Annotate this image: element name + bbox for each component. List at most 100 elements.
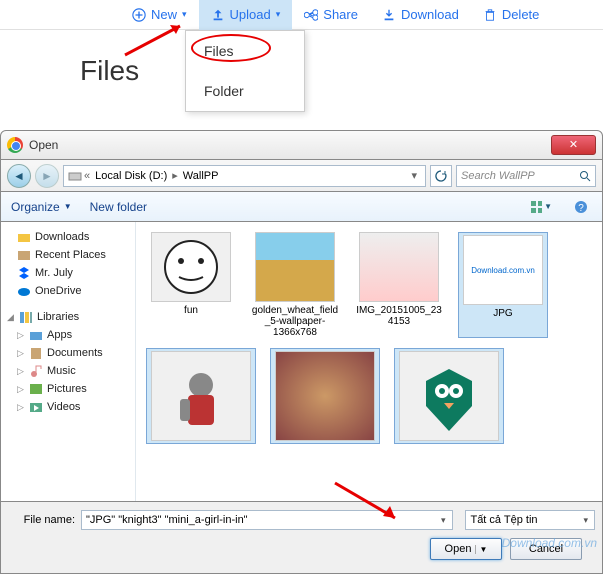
delete-button[interactable]: Delete bbox=[471, 0, 552, 30]
help-button[interactable]: ? bbox=[570, 196, 592, 218]
dropdown-item-folder[interactable]: Folder bbox=[186, 71, 304, 111]
sidebar-item-onedrive[interactable]: OneDrive bbox=[3, 282, 133, 300]
tree-collapse-icon: ◢ bbox=[7, 312, 15, 323]
chevron-down-icon: ▾ bbox=[182, 9, 187, 20]
dropdown-folder-label: Folder bbox=[204, 83, 244, 99]
upload-button[interactable]: Upload ▾ bbox=[199, 0, 293, 30]
filename-label: File name: bbox=[15, 514, 75, 526]
file-item[interactable]: fun bbox=[146, 232, 236, 338]
back-button[interactable]: ◄ bbox=[7, 164, 31, 188]
share-button[interactable]: Share bbox=[292, 0, 370, 30]
file-item-selected[interactable] bbox=[394, 348, 504, 444]
thumbnail bbox=[255, 232, 335, 302]
file-name: golden_wheat_field_5-wallpaper-1366x768 bbox=[250, 305, 340, 338]
sidebar-item-music[interactable]: ▷ Music bbox=[3, 362, 133, 380]
refresh-button[interactable] bbox=[430, 165, 452, 187]
sidebar-item-pictures[interactable]: ▷ Pictures bbox=[3, 380, 133, 398]
folder-icon bbox=[17, 230, 31, 244]
file-list[interactable]: fun golden_wheat_field_5-wallpaper-1366x… bbox=[136, 222, 602, 501]
sidebar-item-apps[interactable]: ▷ Apps bbox=[3, 326, 133, 344]
drive-icon bbox=[68, 169, 82, 183]
trash-icon bbox=[483, 8, 497, 22]
forward-button[interactable]: ► bbox=[35, 164, 59, 188]
breadcrumb-folder[interactable]: WallPP bbox=[180, 170, 222, 182]
chevron-down-icon: ▾ bbox=[276, 9, 281, 20]
chevron-down-icon[interactable]: ▾ bbox=[583, 515, 588, 526]
new-folder-button[interactable]: New folder bbox=[90, 200, 147, 214]
search-icon bbox=[579, 170, 591, 182]
file-name: JPG bbox=[493, 308, 512, 319]
chevron-down-icon: ▼ bbox=[544, 202, 552, 211]
sidebar: Downloads Recent Places Mr. July OneDriv… bbox=[1, 222, 136, 501]
filename-input[interactable] bbox=[81, 510, 453, 530]
folder-icon bbox=[29, 328, 43, 342]
new-button[interactable]: New ▾ bbox=[120, 0, 199, 30]
chrome-icon bbox=[7, 137, 23, 153]
dialog-titlebar[interactable]: Open ✕ bbox=[0, 130, 603, 160]
sidebar-label: Downloads bbox=[35, 231, 89, 243]
help-icon: ? bbox=[574, 200, 588, 214]
file-item-selected[interactable] bbox=[146, 348, 256, 444]
tree-expand-icon: ▷ bbox=[17, 384, 25, 395]
sidebar-group-libraries[interactable]: ◢ Libraries bbox=[3, 306, 133, 326]
thumbnail bbox=[399, 351, 499, 441]
pictures-icon bbox=[29, 382, 43, 396]
file-item[interactable]: golden_wheat_field_5-wallpaper-1366x768 bbox=[250, 232, 340, 338]
thumbnail bbox=[151, 232, 231, 302]
svg-text:?: ? bbox=[578, 203, 584, 214]
view-button[interactable]: ▼ bbox=[530, 196, 552, 218]
chevron-down-icon[interactable]: ▾ bbox=[407, 169, 421, 182]
open-button-label: Open bbox=[445, 543, 472, 555]
download-icon bbox=[382, 8, 396, 22]
dialog-toolbar: Organize ▼ New folder ▼ ? bbox=[0, 192, 603, 222]
music-icon bbox=[29, 364, 43, 378]
sidebar-label: Libraries bbox=[37, 311, 79, 323]
sidebar-item-videos[interactable]: ▷Videos bbox=[3, 398, 133, 416]
breadcrumb[interactable]: « Local Disk (D:) ▸ WallPP ▾ bbox=[63, 165, 426, 187]
file-item-selected[interactable] bbox=[270, 348, 380, 444]
tree-expand-icon: ▷ bbox=[17, 366, 25, 377]
share-icon bbox=[304, 8, 318, 22]
sidebar-label: Apps bbox=[47, 329, 72, 341]
page-title: Files bbox=[80, 55, 139, 87]
tree-expand-icon: ▷ bbox=[17, 330, 25, 341]
open-dialog: Open ✕ ◄ ► « Local Disk (D:) ▸ WallPP ▾ … bbox=[0, 130, 603, 550]
thumbnail bbox=[275, 351, 375, 441]
close-button[interactable]: ✕ bbox=[551, 135, 596, 155]
search-input[interactable]: Search WallPP bbox=[456, 165, 596, 187]
refresh-icon bbox=[435, 170, 447, 182]
sidebar-item-recent[interactable]: Recent Places bbox=[3, 246, 133, 264]
sidebar-label: Pictures bbox=[47, 383, 87, 395]
dropdown-item-files[interactable]: Files bbox=[186, 31, 304, 71]
thumbnail: Download.com.vn bbox=[463, 235, 543, 305]
open-button[interactable]: Open ▼ bbox=[430, 538, 502, 560]
sidebar-label: Documents bbox=[47, 347, 103, 359]
dropbox-icon bbox=[17, 266, 31, 280]
new-folder-label: New folder bbox=[90, 200, 147, 214]
file-item-selected[interactable]: Download.com.vn JPG bbox=[458, 232, 548, 338]
watermark: Download.com.vn bbox=[502, 536, 597, 550]
sidebar-label: Music bbox=[47, 365, 76, 377]
sidebar-item-documents[interactable]: ▷Documents bbox=[3, 344, 133, 362]
plus-icon bbox=[132, 8, 146, 22]
organize-button[interactable]: Organize ▼ bbox=[11, 200, 72, 214]
libraries-icon bbox=[19, 310, 33, 324]
new-label: New bbox=[151, 7, 177, 22]
share-label: Share bbox=[323, 7, 358, 22]
filetype-select[interactable] bbox=[465, 510, 595, 530]
thumbnail bbox=[359, 232, 439, 302]
chevron-down-icon[interactable]: ▾ bbox=[441, 515, 446, 526]
sidebar-label: Videos bbox=[47, 401, 80, 413]
breadcrumb-disk[interactable]: Local Disk (D:) bbox=[92, 170, 170, 182]
split-chevron-icon: ▼ bbox=[475, 545, 488, 554]
upload-label: Upload bbox=[230, 7, 271, 22]
file-item[interactable]: IMG_20151005_234153 bbox=[354, 232, 444, 338]
chevron-right-icon: « bbox=[82, 170, 92, 182]
download-button[interactable]: Download bbox=[370, 0, 471, 30]
dialog-title: Open bbox=[29, 138, 551, 152]
sidebar-label: Recent Places bbox=[35, 249, 106, 261]
sidebar-label: OneDrive bbox=[35, 285, 81, 297]
sidebar-item-downloads[interactable]: Downloads bbox=[3, 228, 133, 246]
sidebar-item-mrjuly[interactable]: Mr. July bbox=[3, 264, 133, 282]
view-icon bbox=[530, 200, 542, 214]
